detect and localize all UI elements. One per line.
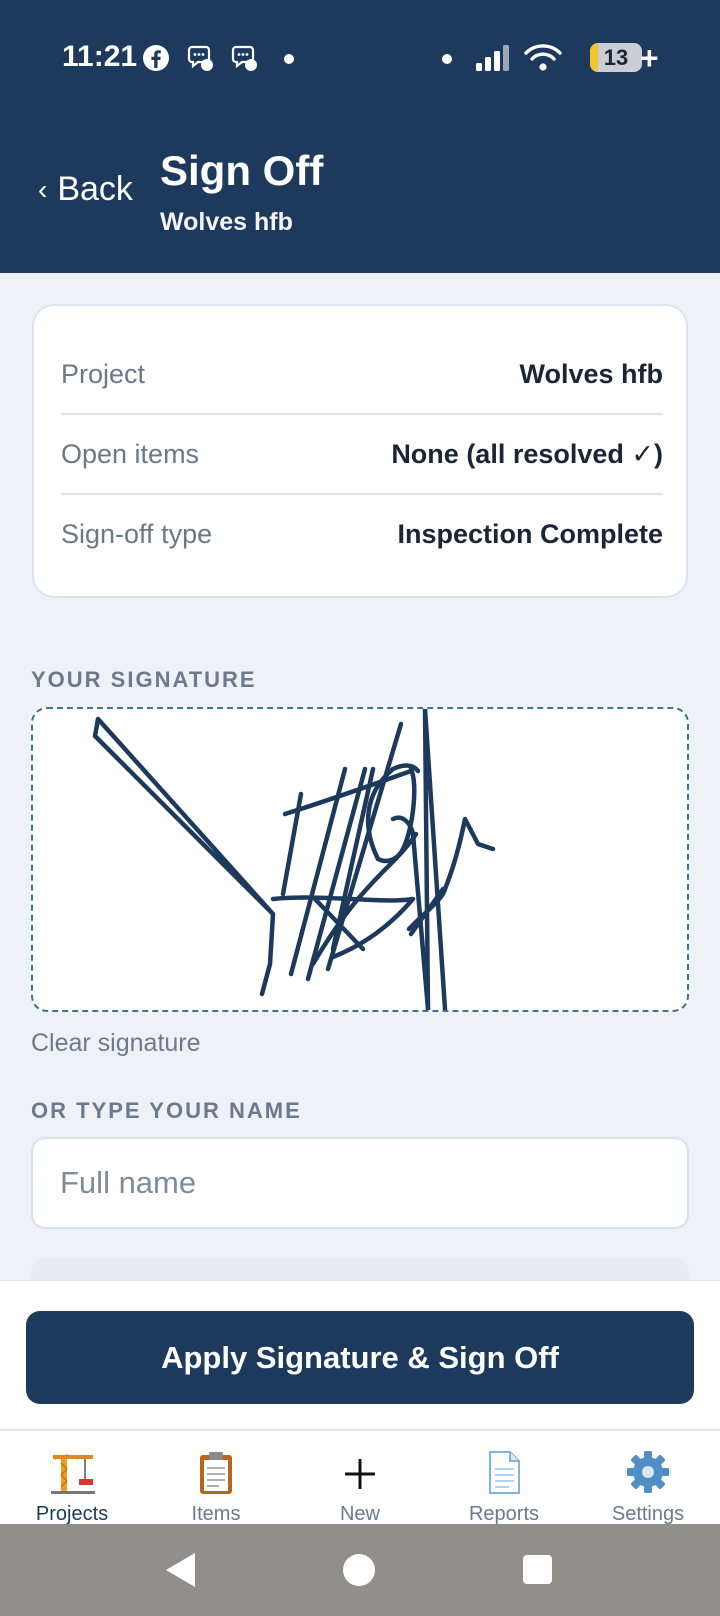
gear-icon xyxy=(627,1451,669,1493)
summary-value: None (all resolved ✓) xyxy=(391,438,663,469)
tab-label: Items xyxy=(191,1503,241,1525)
tab-label: New xyxy=(339,1503,380,1525)
tab-bar: Projects Items New Reports Settings xyxy=(0,1429,720,1526)
action-bar: Apply Signature & Sign Off xyxy=(0,1280,720,1428)
name-section-label: OR TYPE YOUR NAME xyxy=(31,1098,302,1123)
nav-home-icon[interactable] xyxy=(343,1554,375,1586)
chevron-left-icon: ‹ xyxy=(38,173,48,205)
tab-label: Projects xyxy=(35,1503,109,1525)
signal-icon xyxy=(476,45,509,71)
summary-value: Inspection Complete xyxy=(397,518,663,549)
wifi-icon xyxy=(524,44,562,71)
clipboard-icon xyxy=(200,1452,232,1494)
messenger-icon xyxy=(187,45,213,71)
page-title: Sign Off xyxy=(160,147,324,194)
tab-reports[interactable]: Reports xyxy=(432,1431,576,1526)
tab-settings[interactable]: Settings xyxy=(576,1431,720,1526)
signature-pad[interactable] xyxy=(31,707,689,1012)
nav-recents-icon[interactable] xyxy=(523,1555,552,1584)
notification-dot-icon xyxy=(284,54,294,64)
status-bar: 11:21 13 + xyxy=(0,0,720,118)
battery-level: 13 xyxy=(603,45,629,70)
status-time: 11:21 xyxy=(62,40,138,73)
signature-drawing xyxy=(92,709,496,1010)
summary-card: Project Wolves hfb Open items None (all … xyxy=(32,304,688,598)
summary-row-open-items: Open items None (all resolved ✓) xyxy=(61,414,663,494)
nav-back-icon[interactable] xyxy=(166,1553,195,1587)
summary-row-project: Project Wolves hfb xyxy=(61,334,663,414)
battery-icon: 13 xyxy=(590,43,642,72)
tab-label: Reports xyxy=(468,1503,540,1525)
content-peek xyxy=(31,1258,689,1282)
tab-projects[interactable]: Projects xyxy=(0,1431,144,1526)
full-name-input[interactable] xyxy=(31,1137,689,1229)
apply-signoff-button[interactable]: Apply Signature & Sign Off xyxy=(26,1311,694,1404)
crane-icon xyxy=(51,1454,95,1494)
back-label: Back xyxy=(57,170,133,208)
summary-row-signoff-type: Sign-off type Inspection Complete xyxy=(61,494,663,574)
app-header: 11:21 13 + ‹ Back Sign Off Wolves hfb xyxy=(0,0,720,273)
summary-value: Wolves hfb xyxy=(519,358,663,389)
summary-label: Project xyxy=(61,358,146,389)
clear-signature-link[interactable]: Clear signature xyxy=(31,1029,201,1058)
notification-dot-icon xyxy=(442,54,452,64)
tab-new[interactable]: New xyxy=(288,1431,432,1526)
tab-items[interactable]: Items xyxy=(144,1431,288,1526)
plus-icon xyxy=(345,1459,375,1489)
document-icon xyxy=(489,1451,520,1494)
summary-label: Sign-off type xyxy=(61,518,213,549)
messenger-icon xyxy=(231,45,257,71)
summary-label: Open items xyxy=(61,438,200,469)
facebook-icon xyxy=(143,45,169,71)
back-button[interactable]: ‹ Back xyxy=(38,170,133,209)
charging-icon: + xyxy=(640,40,659,76)
page-subtitle: Wolves hfb xyxy=(160,208,293,236)
tab-label: Settings xyxy=(611,1503,685,1525)
signature-section-label: YOUR SIGNATURE xyxy=(31,667,257,692)
